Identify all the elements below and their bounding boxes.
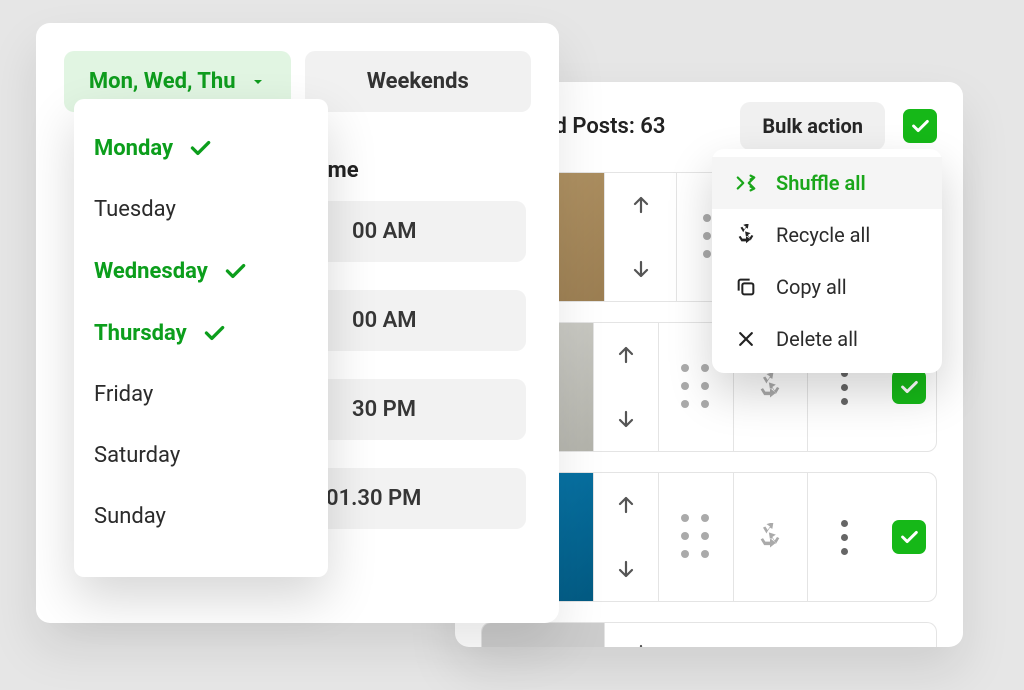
arrow-down-icon bbox=[614, 557, 638, 581]
check-icon bbox=[909, 115, 931, 137]
move-up-button[interactable] bbox=[594, 323, 658, 387]
recycle-icon bbox=[734, 223, 758, 247]
check-icon bbox=[898, 376, 920, 398]
day-label: Saturday bbox=[94, 443, 180, 468]
copy-all-item[interactable]: Copy all bbox=[712, 261, 942, 313]
arrow-down-icon bbox=[614, 407, 638, 431]
menu-label: Copy all bbox=[776, 275, 847, 299]
day-label: Wednesday bbox=[94, 259, 208, 284]
menu-label: Delete all bbox=[776, 327, 858, 351]
post-row bbox=[481, 622, 937, 647]
arrow-up-icon bbox=[629, 193, 653, 217]
day-option-friday[interactable]: Friday bbox=[86, 364, 316, 425]
day-option-sunday[interactable]: Sunday bbox=[86, 486, 316, 547]
post-thumbnail[interactable] bbox=[482, 623, 604, 647]
bulk-action-menu: Shuffle all Recycle all Copy all Delete … bbox=[712, 149, 942, 373]
recycle-button[interactable] bbox=[733, 473, 807, 601]
check-icon bbox=[898, 526, 920, 548]
shuffle-all-item[interactable]: Shuffle all bbox=[712, 157, 942, 209]
day-label: Tuesday bbox=[94, 197, 176, 222]
day-label: Monday bbox=[94, 136, 173, 161]
reorder-controls bbox=[604, 623, 676, 647]
check-icon bbox=[187, 135, 213, 161]
day-label: Friday bbox=[94, 382, 153, 407]
move-down-button[interactable] bbox=[605, 237, 676, 301]
check-icon bbox=[222, 258, 248, 284]
move-down-button[interactable] bbox=[594, 387, 658, 451]
day-option-monday[interactable]: Monday bbox=[86, 117, 316, 179]
shuffle-icon bbox=[734, 171, 758, 195]
move-up-button[interactable] bbox=[605, 173, 676, 237]
days-tab-label: Mon, Wed, Thu bbox=[89, 69, 236, 94]
weekends-tab-label: Weekends bbox=[367, 69, 469, 94]
day-option-saturday[interactable]: Saturday bbox=[86, 425, 316, 486]
row-checkbox[interactable] bbox=[882, 473, 936, 601]
grip-dots-icon bbox=[681, 364, 711, 410]
time-slot[interactable]: 00 AM bbox=[296, 201, 526, 262]
reorder-controls bbox=[604, 173, 676, 301]
time-slot[interactable]: 00 AM bbox=[296, 290, 526, 351]
reorder-controls bbox=[593, 473, 658, 601]
arrow-up-icon bbox=[614, 343, 638, 367]
weekends-tab[interactable]: Weekends bbox=[305, 51, 532, 112]
move-down-button[interactable] bbox=[605, 623, 676, 647]
arrow-down-icon bbox=[629, 257, 653, 281]
kebab-menu-icon bbox=[841, 520, 848, 555]
bulk-action-button[interactable]: Bulk action bbox=[740, 102, 885, 150]
move-down-button[interactable] bbox=[594, 537, 658, 601]
menu-label: Recycle all bbox=[776, 223, 870, 247]
time-slot-list: 00 AM 00 AM 30 PM 01.30 PM bbox=[296, 201, 531, 529]
menu-label: Shuffle all bbox=[776, 171, 866, 195]
day-option-thursday[interactable]: Thursday bbox=[86, 302, 316, 364]
copy-icon bbox=[734, 275, 758, 299]
delete-all-item[interactable]: Delete all bbox=[712, 313, 942, 365]
bulk-action-label: Bulk action bbox=[762, 114, 863, 138]
arrow-up-icon bbox=[614, 493, 638, 517]
drag-handle[interactable] bbox=[658, 473, 732, 601]
time-slot[interactable]: 30 PM bbox=[296, 379, 526, 440]
day-option-tuesday[interactable]: Tuesday bbox=[86, 179, 316, 240]
recycle-icon bbox=[756, 373, 784, 401]
grip-dots-icon bbox=[681, 514, 711, 560]
move-up-button[interactable] bbox=[594, 473, 658, 537]
day-label: Thursday bbox=[94, 321, 187, 346]
close-icon bbox=[734, 327, 758, 351]
recycle-icon bbox=[756, 523, 784, 551]
chevron-down-icon bbox=[250, 74, 266, 90]
check-icon bbox=[201, 320, 227, 346]
day-option-wednesday[interactable]: Wednesday bbox=[86, 240, 316, 302]
reorder-controls bbox=[593, 323, 658, 451]
select-all-checkbox[interactable] bbox=[903, 109, 937, 143]
arrow-down-icon bbox=[629, 641, 653, 648]
recycle-all-item[interactable]: Recycle all bbox=[712, 209, 942, 261]
more-options-button[interactable] bbox=[807, 473, 881, 601]
day-label: Sunday bbox=[94, 504, 166, 529]
kebab-menu-icon bbox=[841, 370, 848, 405]
day-select-menu: Monday Tuesday Wednesday Thursday Friday… bbox=[74, 99, 328, 577]
time-slot[interactable]: 01.30 PM bbox=[296, 468, 526, 529]
